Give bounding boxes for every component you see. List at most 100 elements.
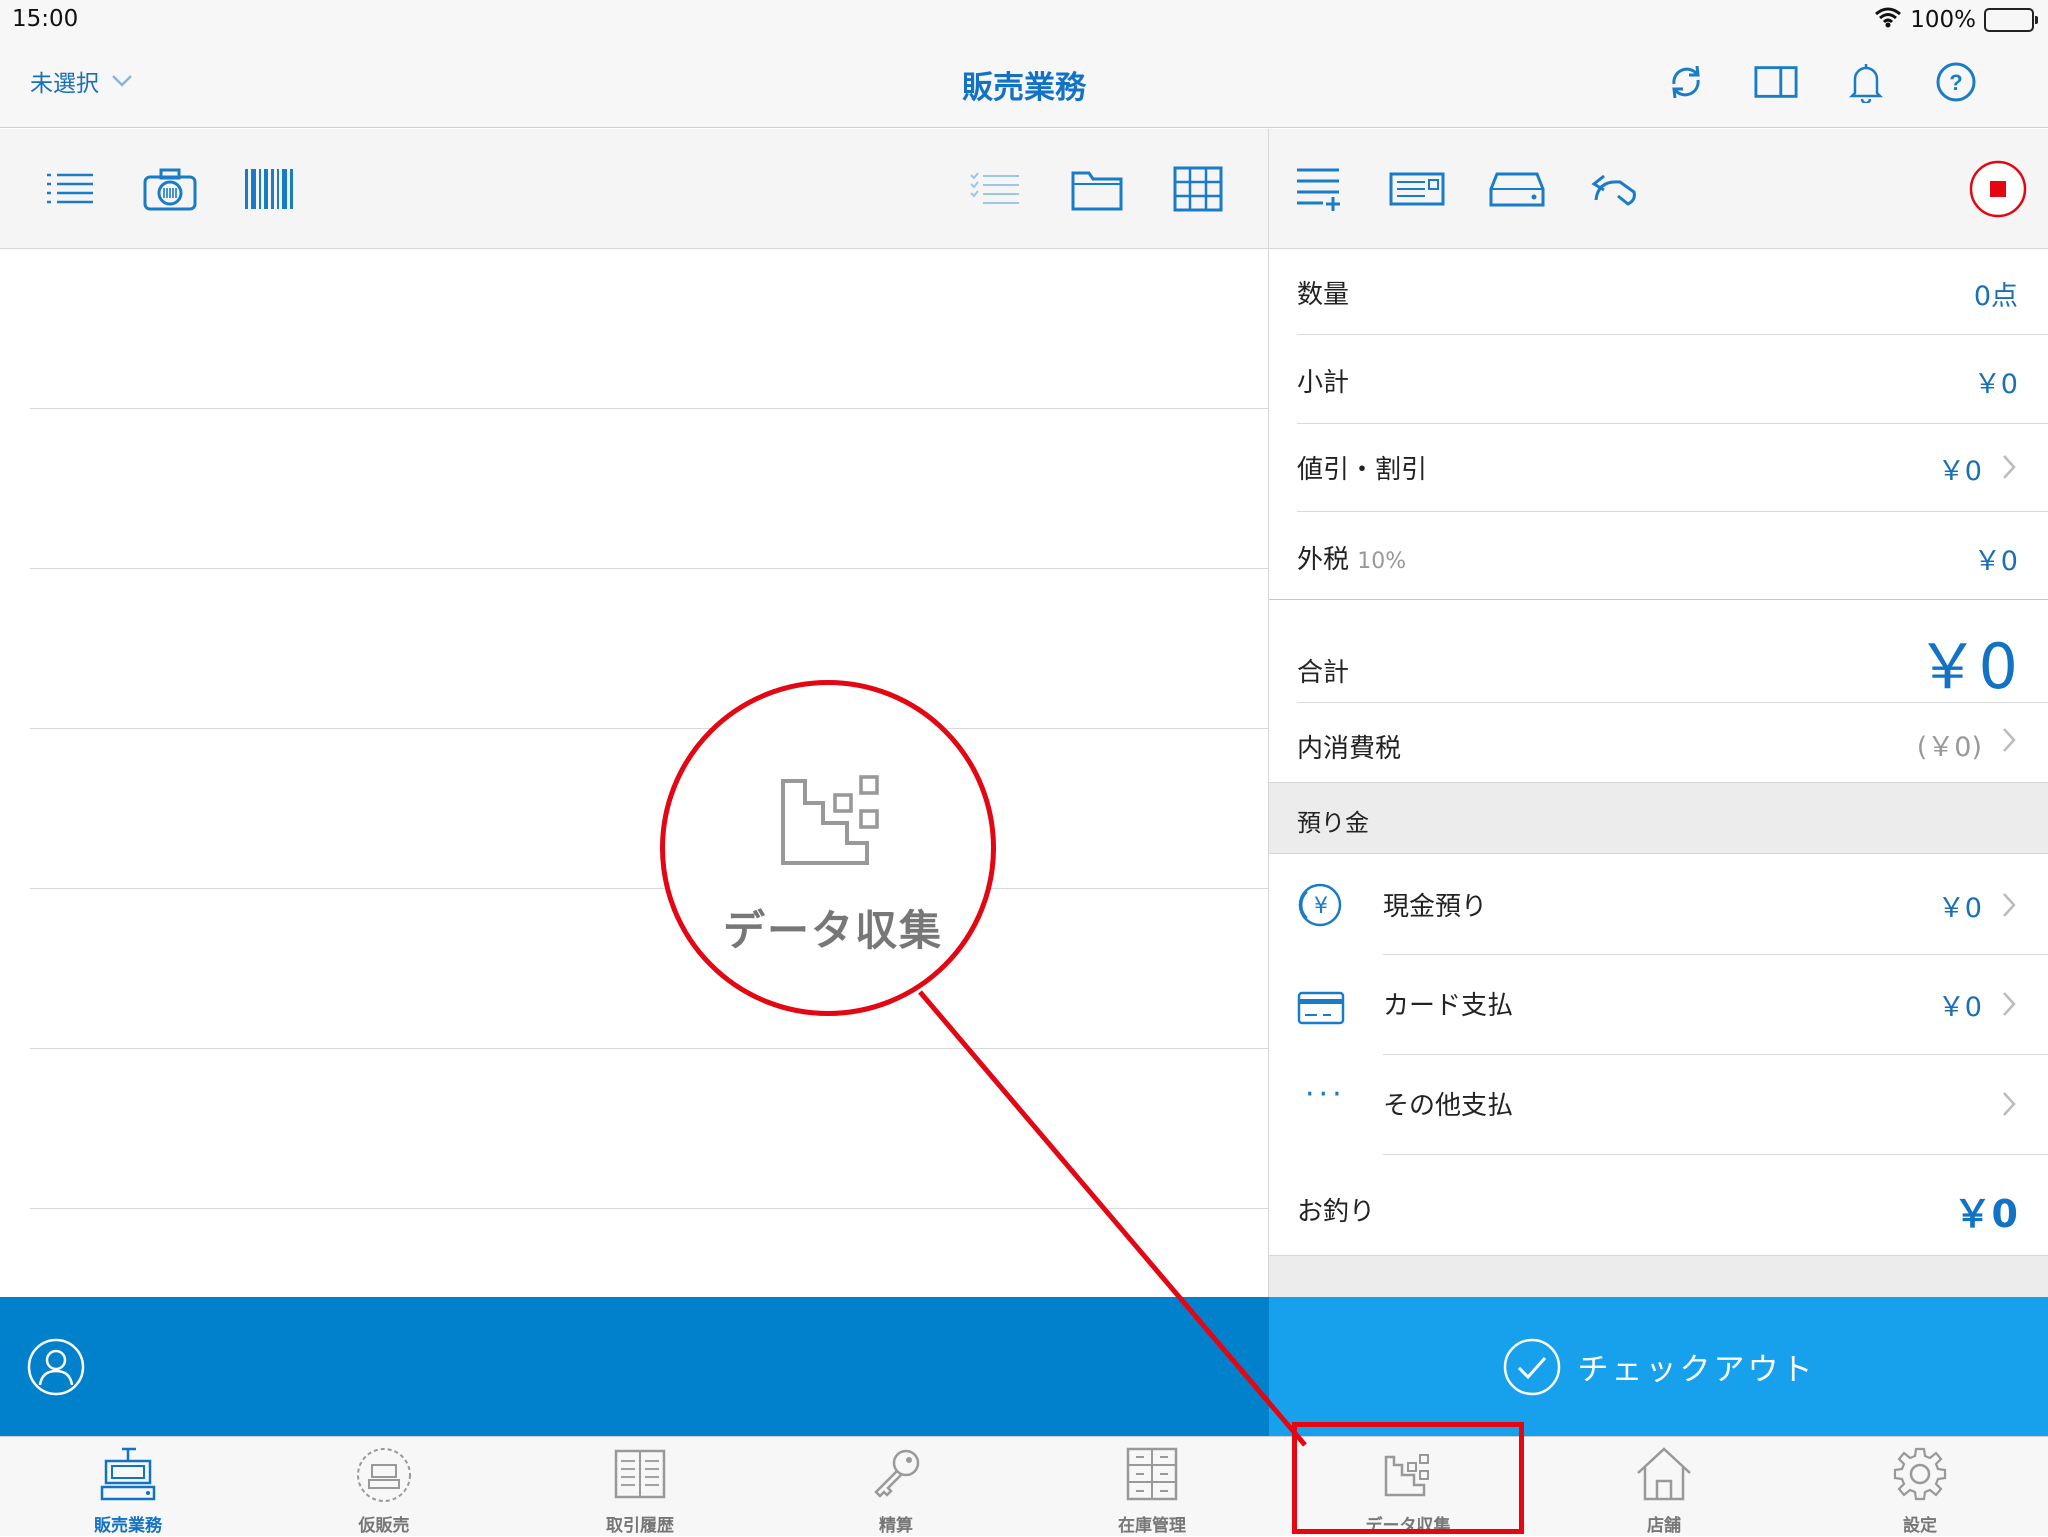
discount-label: 値引・割引	[1297, 455, 1428, 485]
callout-label: データ収集	[722, 906, 943, 955]
temp-sale-icon	[357, 1448, 411, 1502]
discount-row[interactable]: 値引・割引 ￥0	[1269, 424, 2048, 512]
store-icon	[1637, 1447, 1691, 1501]
tab-label: 仮販売	[358, 1516, 410, 1536]
checkout-button[interactable]: チェックアウト	[1269, 1297, 2048, 1436]
card-row[interactable]: カード支払 ￥0	[1269, 955, 2048, 1055]
chevron-right-icon	[2003, 893, 2016, 917]
folder-icon[interactable]	[1067, 161, 1127, 217]
list-separator	[30, 728, 1268, 729]
tax-value: ￥0	[1973, 546, 2018, 577]
status-bar: 15:00 100%	[0, 0, 2048, 40]
other-payment-row[interactable]: ··· その他支払	[1269, 1055, 2048, 1155]
change-value: ￥0	[1953, 1192, 2018, 1236]
cash-row[interactable]: ¥ 現金預り ￥0	[1269, 854, 2048, 954]
chevron-right-icon	[2003, 455, 2016, 479]
total-row: 合計 ￥0	[1269, 600, 2048, 703]
tab-bar: 販売業務 仮販売 取引履歴 精算 在庫管理 データ収集 店舗 設定	[0, 1436, 2048, 1536]
change-label: お釣り	[1297, 1197, 1376, 1227]
cash-value: ￥0	[1937, 893, 1982, 924]
card-label: カード支払	[1383, 991, 1514, 1021]
subtotal-value: ￥0	[1973, 369, 2018, 400]
store-select-dropdown[interactable]: 未選択	[30, 64, 133, 98]
change-row: お釣り ￥0	[1269, 1155, 2048, 1255]
deposit-section-header: 預り金	[1269, 782, 2048, 854]
quantity-value: 0点	[1973, 281, 2018, 312]
quantity-label: 数量	[1297, 280, 1350, 310]
tab-history[interactable]: 取引履歴	[512, 1437, 768, 1537]
other-payment-label: その他支払	[1383, 1091, 1514, 1121]
grid-icon[interactable]	[1168, 161, 1228, 217]
subtotal-row: 小計 ￥0	[1269, 335, 2048, 423]
data-collection-icon	[781, 775, 879, 865]
tab-sales[interactable]: 販売業務	[0, 1437, 256, 1537]
tax-row: 外税 10% ￥0	[1269, 512, 2048, 600]
tab-inventory[interactable]: 在庫管理	[1024, 1437, 1280, 1537]
inner-tax-label: 内消費税	[1297, 734, 1402, 764]
list-separator	[30, 1048, 1268, 1049]
tab-settings[interactable]: 設定	[1792, 1437, 2048, 1537]
status-indicators: 100%	[1874, 6, 2038, 34]
history-book-icon	[614, 1449, 666, 1499]
highlight-box	[1292, 1422, 1524, 1534]
tab-label: 店舗	[1647, 1516, 1681, 1536]
chevron-right-icon	[2003, 992, 2016, 1016]
store-select-label: 未選択	[30, 71, 99, 97]
inner-tax-value: (￥0)	[1916, 732, 1982, 763]
tab-label: 販売業務	[94, 1516, 162, 1536]
cash-drawer-icon[interactable]	[1487, 161, 1547, 217]
gear-icon	[1893, 1447, 1947, 1501]
list-separator	[30, 568, 1268, 569]
summary-panel: 数量 0点 小計 ￥0 値引・割引 ￥0 外税 10% ￥0 合計 ￥0 内消費…	[1269, 249, 2048, 1297]
tab-temp-sale[interactable]: 仮販売	[256, 1437, 512, 1537]
svg-text:?: ?	[1949, 70, 1962, 95]
barcode-icon[interactable]	[240, 161, 300, 217]
transaction-toolbar	[1269, 129, 2048, 249]
sync-icon[interactable]	[1664, 58, 1708, 106]
quantity-row: 数量 0点	[1269, 249, 2048, 337]
chevron-down-icon	[111, 68, 133, 94]
chevron-right-icon	[2003, 1092, 2016, 1116]
cart-item-list[interactable]	[0, 249, 1269, 1297]
battery-icon	[1984, 8, 2038, 32]
check-circle-icon	[1503, 1338, 1560, 1395]
tax-label: 外税 10%	[1297, 545, 1407, 575]
add-line-icon[interactable]	[1289, 161, 1349, 217]
camera-icon[interactable]	[140, 161, 200, 217]
checklist-icon[interactable]	[965, 161, 1025, 217]
receipt-printer-icon[interactable]	[1387, 161, 1447, 217]
status-time: 15:00	[12, 6, 79, 32]
total-value: ￥0	[1916, 630, 2018, 703]
discount-value: ￥0	[1937, 456, 1982, 487]
cash-label: 現金預り	[1383, 892, 1488, 922]
yen-coin-icon: ¥	[1298, 883, 1342, 927]
item-toolbar	[0, 129, 1269, 249]
stop-icon[interactable]	[1966, 157, 2030, 221]
inner-tax-row[interactable]: 内消費税 (￥0)	[1269, 703, 2048, 781]
tab-store[interactable]: 店舗	[1536, 1437, 1792, 1537]
credit-card-icon	[1297, 991, 1345, 1025]
tab-label: 取引履歴	[606, 1516, 674, 1536]
customer-icon[interactable]	[26, 1337, 86, 1401]
help-icon[interactable]: ?	[1934, 58, 1978, 106]
tab-settlement[interactable]: 精算	[768, 1437, 1024, 1537]
list-separator	[30, 408, 1268, 409]
bell-icon[interactable]	[1844, 58, 1888, 106]
deposit-header-label: 預り金	[1297, 809, 1369, 837]
key-icon	[874, 1449, 920, 1498]
checkout-label: チェックアウト	[1577, 1352, 1816, 1388]
list-icon[interactable]	[40, 161, 100, 217]
callout-magnifier: データ収集	[660, 680, 996, 1016]
wifi-icon	[1874, 6, 1902, 34]
card-value: ￥0	[1937, 992, 1982, 1023]
split-view-icon[interactable]	[1754, 58, 1798, 106]
tab-label: 設定	[1903, 1516, 1937, 1536]
tab-label: 在庫管理	[1118, 1516, 1186, 1536]
tab-label: 精算	[879, 1516, 913, 1536]
tax-rate: 10%	[1357, 549, 1407, 574]
return-icon[interactable]	[1585, 161, 1645, 217]
more-icon: ···	[1305, 1077, 1346, 1112]
chevron-right-icon	[2003, 728, 2016, 752]
inventory-icon	[1126, 1447, 1178, 1501]
register-icon	[100, 1447, 156, 1501]
